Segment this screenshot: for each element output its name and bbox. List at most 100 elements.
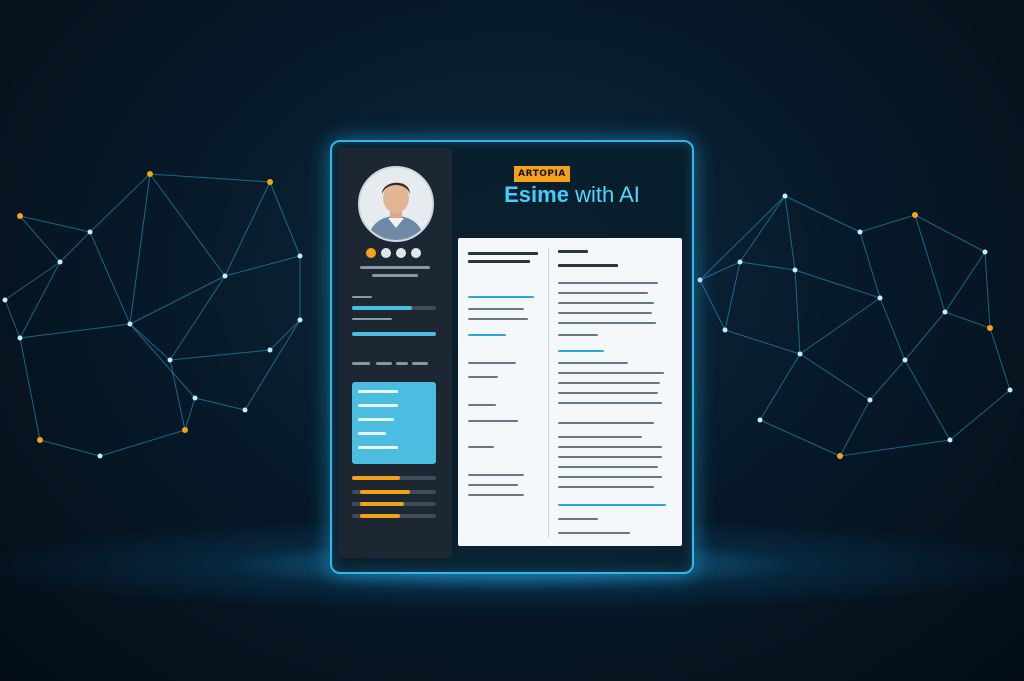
text-line bbox=[558, 322, 656, 324]
text-line bbox=[558, 302, 654, 304]
network-link bbox=[19, 323, 131, 339]
text-line bbox=[352, 296, 372, 298]
text-line bbox=[558, 292, 648, 294]
headline: Esime with AI bbox=[452, 182, 692, 208]
network-node-icon bbox=[722, 327, 728, 333]
network-link bbox=[799, 353, 871, 401]
skills-panel bbox=[352, 382, 436, 464]
network-link bbox=[879, 297, 906, 361]
network-node-icon bbox=[912, 212, 918, 218]
network-node-icon bbox=[792, 267, 798, 273]
text-line bbox=[558, 282, 658, 284]
network-link bbox=[859, 231, 881, 299]
text-line bbox=[558, 382, 660, 384]
text-line bbox=[468, 334, 506, 336]
text-line bbox=[468, 376, 498, 378]
network-link bbox=[839, 439, 951, 457]
network-node-icon bbox=[837, 453, 843, 459]
text-line bbox=[558, 362, 628, 364]
network-node-icon bbox=[297, 253, 303, 259]
network-left bbox=[2, 171, 303, 459]
text-line bbox=[558, 422, 654, 424]
network-node-icon bbox=[697, 277, 703, 283]
network-node-icon bbox=[17, 213, 23, 219]
network-node-icon bbox=[17, 335, 23, 341]
network-link bbox=[739, 195, 786, 263]
brand-badge: ARTOPIA bbox=[514, 166, 570, 182]
text-line bbox=[558, 486, 654, 488]
network-link bbox=[169, 349, 271, 361]
rating-dot bbox=[366, 248, 376, 258]
resume-document bbox=[458, 238, 682, 546]
network-link bbox=[699, 261, 741, 281]
network-node-icon bbox=[942, 309, 948, 315]
text-line bbox=[372, 274, 418, 277]
network-link bbox=[944, 251, 986, 313]
resume-tablet: ARTOPIA Esime with AI bbox=[330, 140, 694, 574]
network-node-icon bbox=[242, 407, 248, 413]
network-link bbox=[169, 275, 226, 361]
network-link bbox=[39, 439, 101, 457]
network-link bbox=[99, 429, 186, 457]
network-node-icon bbox=[87, 229, 93, 235]
text-line bbox=[558, 250, 588, 253]
network-link bbox=[4, 261, 61, 301]
network-link bbox=[839, 399, 871, 457]
text-line bbox=[468, 494, 524, 496]
text-line bbox=[376, 362, 392, 365]
progress-fill bbox=[360, 514, 400, 518]
text-line bbox=[558, 350, 604, 352]
network-node-icon bbox=[2, 297, 8, 303]
network-node-icon bbox=[757, 417, 763, 423]
text-line bbox=[358, 432, 386, 435]
network-right bbox=[697, 193, 1013, 459]
network-link bbox=[739, 261, 796, 271]
network-link bbox=[59, 231, 91, 263]
progress-fill bbox=[352, 306, 412, 310]
network-node-icon bbox=[37, 437, 43, 443]
network-node-icon bbox=[297, 317, 303, 323]
network-node-icon bbox=[797, 351, 803, 357]
network-node-icon bbox=[857, 229, 863, 235]
network-link bbox=[949, 389, 1011, 441]
progress-fill bbox=[360, 490, 410, 494]
text-line bbox=[468, 362, 516, 364]
network-link bbox=[89, 173, 151, 233]
network-link bbox=[89, 231, 131, 325]
network-link bbox=[149, 173, 271, 183]
progress-bar bbox=[352, 332, 436, 336]
text-line bbox=[558, 532, 630, 534]
network-link bbox=[914, 214, 946, 313]
text-line bbox=[468, 308, 524, 310]
text-line bbox=[558, 436, 642, 438]
network-node-icon bbox=[987, 325, 993, 331]
network-link bbox=[794, 269, 881, 299]
headline-part-b: with AI bbox=[568, 182, 640, 207]
network-link bbox=[759, 419, 841, 457]
network-node-icon bbox=[222, 273, 228, 279]
text-line bbox=[558, 372, 664, 374]
text-line bbox=[558, 446, 662, 448]
network-link bbox=[169, 359, 186, 431]
text-line bbox=[558, 504, 666, 506]
network-node-icon bbox=[947, 437, 953, 443]
text-line bbox=[558, 334, 598, 336]
text-line bbox=[360, 266, 430, 269]
rating-dot bbox=[381, 248, 391, 258]
network-node-icon bbox=[127, 321, 133, 327]
text-line bbox=[468, 420, 518, 422]
progress-fill bbox=[360, 502, 404, 506]
text-line bbox=[468, 446, 494, 448]
network-link bbox=[794, 269, 801, 355]
text-line bbox=[358, 446, 398, 449]
network-link bbox=[724, 261, 741, 331]
progress-fill bbox=[352, 476, 400, 480]
network-link bbox=[989, 327, 1011, 391]
network-node-icon bbox=[782, 193, 788, 199]
network-node-icon bbox=[267, 179, 273, 185]
text-line bbox=[358, 418, 394, 421]
text-line bbox=[558, 476, 662, 478]
network-link bbox=[224, 181, 271, 277]
rating-dots bbox=[366, 248, 421, 258]
text-line bbox=[468, 260, 530, 263]
